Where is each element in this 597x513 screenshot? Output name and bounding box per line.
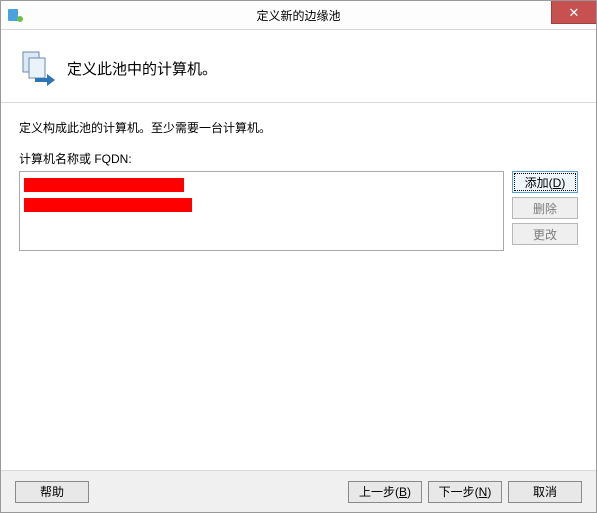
computer-listbox[interactable]: [19, 171, 504, 251]
cancel-button[interactable]: 取消: [508, 481, 582, 503]
fqdn-label: 计算机名称或 FQDN:: [19, 150, 578, 167]
wizard-footer: 帮助 上一步(B) 下一步(N) 取消: [1, 470, 596, 512]
list-item[interactable]: [24, 178, 184, 192]
server-arrow-icon: [17, 48, 57, 88]
list-item[interactable]: [24, 198, 192, 212]
app-icon: [7, 7, 23, 23]
page-title: 定义此池中的计算机。: [67, 58, 217, 79]
remove-button[interactable]: 删除: [512, 197, 578, 219]
back-button[interactable]: 上一步(B): [348, 481, 422, 503]
help-button[interactable]: 帮助: [15, 481, 89, 503]
list-action-buttons: 添加(D) 删除 更改: [512, 171, 578, 245]
close-button[interactable]: ✕: [551, 1, 596, 24]
add-button[interactable]: 添加(D): [512, 171, 578, 193]
next-button[interactable]: 下一步(N): [428, 481, 502, 503]
wizard-header: 定义此池中的计算机。: [1, 30, 596, 103]
wizard-window: 定义新的边缘池 ✕ 定义此池中的计算机。 定义构成此池的计算机。至少需要一台计算…: [0, 0, 597, 513]
content-area: 定义构成此池的计算机。至少需要一台计算机。 计算机名称或 FQDN: 添加(D)…: [1, 103, 596, 251]
titlebar: 定义新的边缘池 ✕: [1, 1, 596, 30]
description-text: 定义构成此池的计算机。至少需要一台计算机。: [19, 119, 578, 136]
close-icon: ✕: [569, 6, 580, 19]
change-button[interactable]: 更改: [512, 223, 578, 245]
window-title: 定义新的边缘池: [1, 7, 596, 24]
